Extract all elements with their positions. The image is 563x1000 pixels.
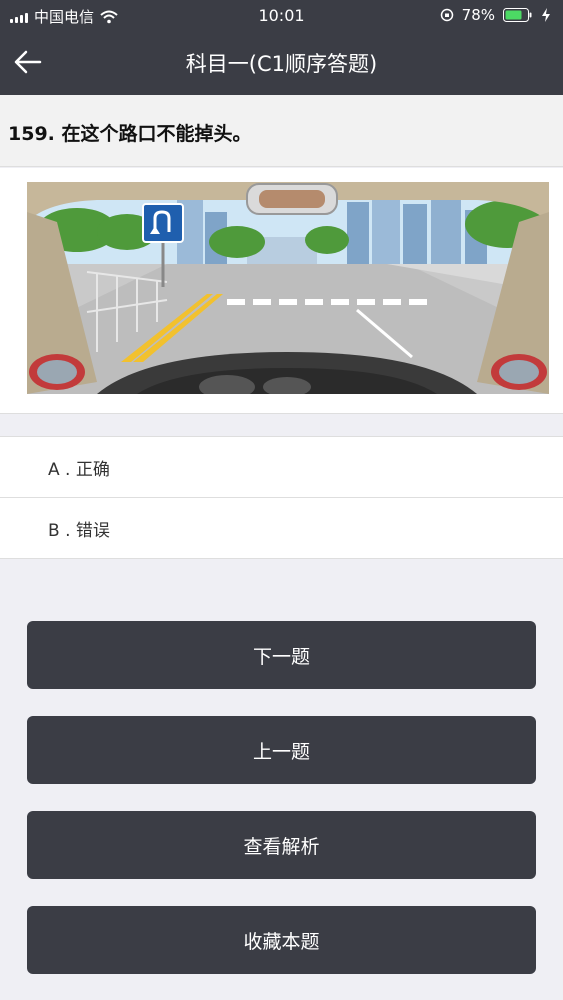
battery-percent: 78% [461,6,495,24]
view-analysis-button[interactable]: 查看解析 [27,811,536,879]
status-bar: 中国电信 10:01 78% [0,0,563,30]
previous-question-button[interactable]: 上一题 [27,716,536,784]
question-text: 159. 在这个路口不能掉头。 [8,123,252,145]
u-turn-sign-icon [142,203,184,243]
charging-icon [542,8,550,22]
next-question-label: 下一题 [252,645,310,668]
question-image-block [0,168,563,414]
status-right: 78% [440,6,551,24]
nav-bar: 科目一(C1顺序答题) [0,30,563,95]
next-question-button[interactable]: 下一题 [27,621,536,689]
favorite-question-button[interactable]: 收藏本题 [27,906,536,974]
question-image [27,182,549,394]
option-b-label: B . 错误 [48,520,110,541]
question-block: 159. 在这个路口不能掉头。 [0,95,563,167]
page-title: 科目一(C1顺序答题) [185,52,378,76]
option-a-label: A . 正确 [48,459,110,480]
view-analysis-label: 查看解析 [243,835,320,858]
orientation-lock-icon [440,8,453,22]
favorite-question-label: 收藏本题 [243,930,320,953]
option-a[interactable]: A . 正确 [0,437,563,498]
option-b[interactable]: B . 错误 [0,498,563,559]
previous-question-label: 上一题 [252,740,310,763]
options-list: A . 正确 B . 错误 [0,436,563,559]
battery-icon [503,8,532,22]
